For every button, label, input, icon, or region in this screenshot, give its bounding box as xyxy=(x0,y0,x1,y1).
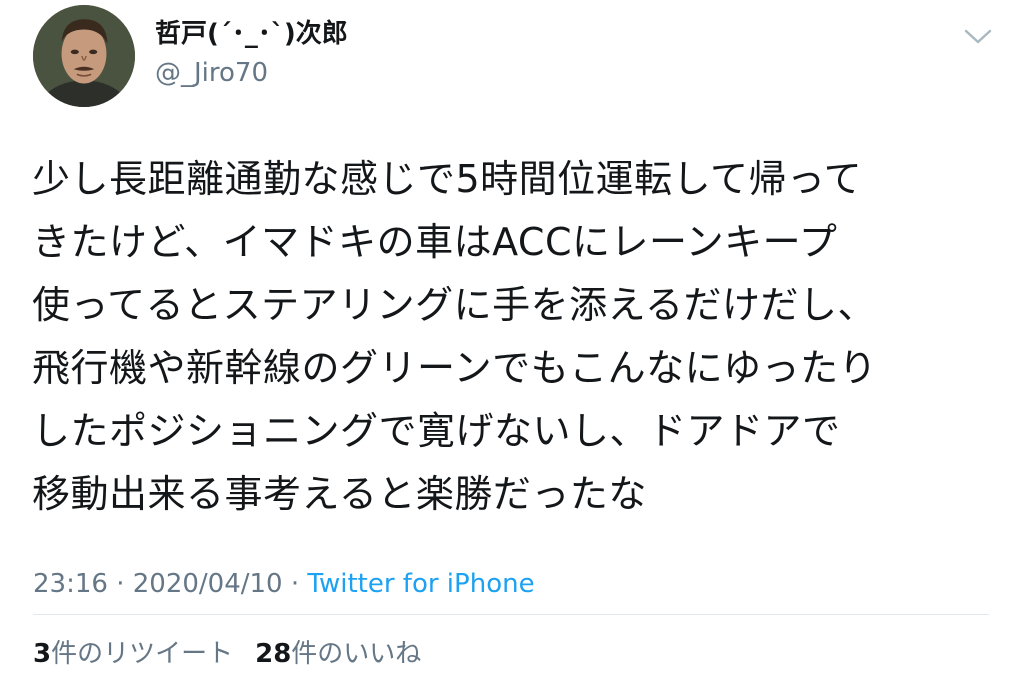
tweet-time[interactable]: 23:16 xyxy=(33,569,108,599)
divider xyxy=(33,614,989,615)
portrait-photo-icon xyxy=(33,5,135,107)
like-count: 28 xyxy=(255,639,292,669)
tweet-stats: 3件のリツイート 28件のいいね xyxy=(33,636,421,672)
user-handle[interactable]: @_Jiro70 xyxy=(155,56,268,90)
meta-separator: · xyxy=(107,569,133,599)
retweet-count: 3 xyxy=(33,639,52,669)
retweet-stat[interactable]: 3件のリツイート xyxy=(33,639,233,669)
chevron-down-icon[interactable] xyxy=(962,24,994,48)
tweet-source-link[interactable]: Twitter for iPhone xyxy=(307,569,534,599)
meta-separator: · xyxy=(282,569,308,599)
display-name[interactable]: 哲戸(´･_･`)次郎 xyxy=(155,17,348,51)
retweet-label: 件のリツイート xyxy=(51,639,234,669)
tweet-meta: 23:16 · 2020/04/10 · Twitter for iPhone xyxy=(33,566,535,602)
like-label: 件のいいね xyxy=(291,639,422,669)
like-stat[interactable]: 28件のいいね xyxy=(255,639,421,669)
tweet-detail: 哲戸(´･_･`)次郎 @_Jiro70 少し長距離通勤な感じで5時間位運転して… xyxy=(0,0,1028,676)
avatar[interactable] xyxy=(33,5,135,107)
tweet-date[interactable]: 2020/04/10 xyxy=(133,569,283,599)
tweet-text: 少し長距離通勤な感じで5時間位運転して帰って きたけど、イマドキの車はACCにレ… xyxy=(32,157,878,516)
